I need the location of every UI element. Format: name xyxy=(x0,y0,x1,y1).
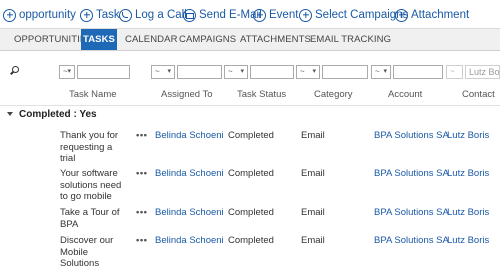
task-status-cell: Completed xyxy=(228,130,274,141)
new-task-label: Task xyxy=(96,9,120,21)
plus-circle-icon xyxy=(299,8,312,22)
category-cell: Email xyxy=(301,235,325,246)
contact-link[interactable]: Lutz Boris xyxy=(447,235,489,247)
plus-circle-icon xyxy=(395,8,408,22)
assigned-to-link[interactable]: Belinda Schoeni xyxy=(155,207,224,219)
column-header-task-status[interactable]: Task Status xyxy=(237,89,286,100)
account-link[interactable]: BPA Solutions SA xyxy=(374,168,449,180)
row-more-button[interactable]: ••• xyxy=(136,130,147,142)
plus-circle-icon xyxy=(253,8,266,22)
row-more-button[interactable]: ••• xyxy=(136,235,147,247)
log-call-button[interactable]: Log a Call xyxy=(119,7,187,23)
column-header-assigned-to[interactable]: Assigned To xyxy=(161,89,213,100)
tab-tasks[interactable]: TASKS xyxy=(81,29,117,50)
log-call-label: Log a Call xyxy=(135,9,187,21)
contact-filter-operator: ~ xyxy=(446,65,463,79)
column-header-task-name[interactable]: Task Name xyxy=(69,89,117,100)
operator-symbol: ~ xyxy=(300,67,305,76)
tab-campaigns[interactable]: CAMPAIGNS xyxy=(179,29,236,50)
chevron-down-icon: ▾ xyxy=(67,68,71,75)
operator-symbol: ~ xyxy=(450,67,455,76)
task-status-filter-input[interactable] xyxy=(250,65,294,79)
group-label: Completed : Yes xyxy=(19,109,97,120)
assigned-to-link[interactable]: Belinda Schoeni xyxy=(155,235,224,247)
row-more-button[interactable]: ••• xyxy=(136,168,147,180)
new-event-button[interactable]: Event xyxy=(253,7,298,23)
collapse-triangle-icon[interactable] xyxy=(7,112,13,116)
contact-link[interactable]: Lutz Boris xyxy=(447,168,489,180)
task-status-cell: Completed xyxy=(228,207,274,218)
search-icon[interactable] xyxy=(10,66,19,75)
group-header[interactable]: Completed : Yes xyxy=(0,105,500,124)
assigned-to-link[interactable]: Belinda Schoeni xyxy=(155,168,224,180)
operator-symbol: ~ xyxy=(155,67,160,76)
contact-filter-input: Lutz Boris xyxy=(465,65,500,79)
tab-email-tracking[interactable]: EMAIL TRACKING xyxy=(310,29,391,50)
tab-attachments[interactable]: ATTACHMENTS xyxy=(240,29,311,50)
phone-icon xyxy=(119,8,132,22)
mail-icon xyxy=(183,8,196,22)
task-status-cell: Completed xyxy=(228,235,274,246)
assigned-to-filter-operator[interactable]: ~ ▾ xyxy=(151,65,175,79)
assigned-to-filter-input[interactable] xyxy=(177,65,222,79)
tab-calendar[interactable]: CALENDAR xyxy=(125,29,178,50)
new-event-label: Event xyxy=(269,9,299,21)
column-header-account[interactable]: Account xyxy=(388,89,422,100)
task-name-cell[interactable]: Thank you for requesting a trial xyxy=(60,130,124,165)
category-filter-operator[interactable]: ~ ▾ xyxy=(296,65,320,79)
plus-circle-icon xyxy=(3,8,16,22)
new-attachment-label: Attachment xyxy=(411,9,470,21)
operator-symbol: ~ xyxy=(228,67,233,76)
task-name-filter-input[interactable] xyxy=(77,65,130,79)
contact-link[interactable]: Lutz Boris xyxy=(447,130,489,142)
task-name-filter-operator[interactable]: ~ ▾ xyxy=(59,65,75,79)
category-cell: Email xyxy=(301,130,325,141)
row-more-button[interactable]: ••• xyxy=(136,207,147,219)
task-name-cell[interactable]: Discover our Mobile Solutions xyxy=(60,235,124,270)
new-opportunity-label: opportunity xyxy=(19,9,76,21)
account-filter-operator[interactable]: ~ ▾ xyxy=(371,65,391,79)
send-email-button[interactable]: Send E-Mail xyxy=(183,7,262,23)
tab-bar: OPPORTUNITIES TASKS CALENDAR CAMPAIGNS A… xyxy=(0,28,500,51)
task-name-cell[interactable]: Take a Tour of BPA xyxy=(60,207,124,230)
account-link[interactable]: BPA Solutions SA xyxy=(374,235,449,247)
new-opportunity-button[interactable]: opportunity xyxy=(3,7,76,23)
column-header-category[interactable]: Category xyxy=(314,89,353,100)
account-link[interactable]: BPA Solutions SA xyxy=(374,207,449,219)
chevron-down-icon: ▾ xyxy=(240,68,244,75)
chevron-down-icon: ▾ xyxy=(167,68,171,75)
chevron-down-icon: ▾ xyxy=(383,68,387,75)
task-name-cell[interactable]: Your software solutions need to go mobil… xyxy=(60,168,124,203)
select-campaigns-button[interactable]: Select Campaigns xyxy=(299,7,408,23)
category-cell: Email xyxy=(301,207,325,218)
account-link[interactable]: BPA Solutions SA xyxy=(374,130,449,142)
new-task-button[interactable]: Task xyxy=(80,7,120,23)
new-attachment-button[interactable]: Attachment xyxy=(395,7,469,23)
chevron-down-icon: ▾ xyxy=(312,68,316,75)
task-status-cell: Completed xyxy=(228,168,274,179)
plus-circle-icon xyxy=(80,8,93,22)
task-status-filter-operator[interactable]: ~ ▾ xyxy=(224,65,248,79)
contact-link[interactable]: Lutz Boris xyxy=(447,207,489,219)
column-header-contact[interactable]: Contact xyxy=(462,89,495,100)
assigned-to-link[interactable]: Belinda Schoeni xyxy=(155,130,224,142)
action-toolbar: opportunity Task Log a Call Send E-Mail … xyxy=(0,0,500,30)
category-cell: Email xyxy=(301,168,325,179)
operator-symbol: ~ xyxy=(375,67,380,76)
account-filter-input[interactable] xyxy=(393,65,443,79)
category-filter-input[interactable] xyxy=(322,65,368,79)
